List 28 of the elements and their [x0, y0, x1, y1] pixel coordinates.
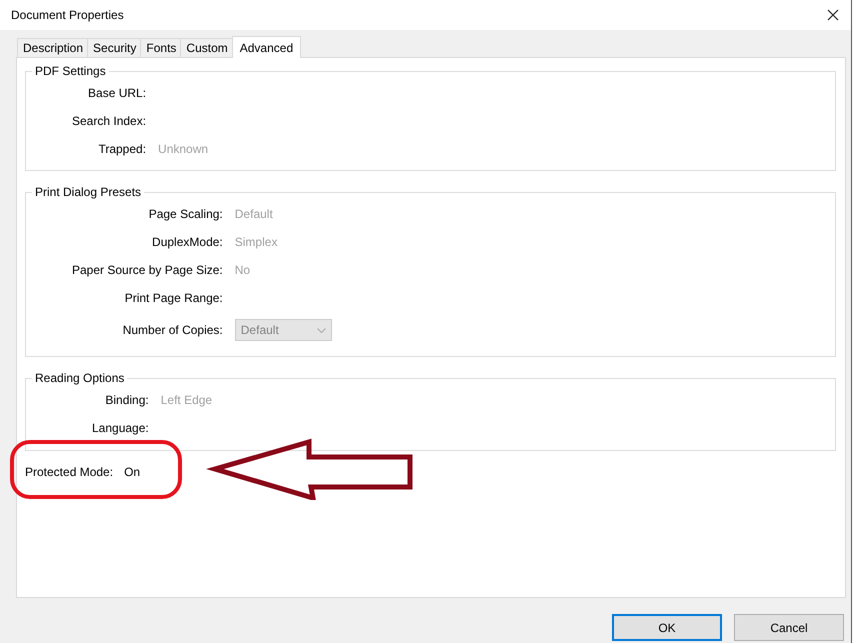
close-icon[interactable] — [827, 9, 839, 21]
field-value: On — [124, 465, 140, 479]
dialog-button[interactable]: Cancel — [734, 614, 844, 641]
window-title: Document Properties — [11, 8, 124, 22]
field-label: Search Index: — [72, 114, 146, 129]
field-label: Print Page Range: — [124, 291, 223, 306]
group-title: Reading Options — [32, 371, 128, 385]
field-value: Unknown — [158, 142, 210, 157]
field-label: Language: — [92, 421, 149, 436]
field-label: Page Scaling: — [148, 207, 223, 222]
field-label: Trapped: — [97, 142, 146, 157]
field-label: Paper Source by Page Size: — [72, 263, 223, 278]
field-value: No — [234, 263, 252, 278]
dialog-button[interactable]: OK — [612, 614, 722, 641]
field-label: Binding: — [104, 393, 149, 408]
tab[interactable]: Description — [17, 38, 88, 57]
group-title: Print Dialog Presets — [32, 185, 144, 199]
field-label: DuplexMode: — [151, 235, 223, 250]
field-value: Simplex — [234, 235, 278, 250]
field-value: Left Edge — [160, 393, 214, 408]
group-title: PDF Settings — [32, 64, 109, 78]
field-value: Default — [234, 207, 274, 222]
field-label: Number of Copies: — [122, 322, 223, 338]
field-label: Base URL: — [87, 86, 146, 101]
field-label: Protected Mode: — [25, 465, 114, 479]
tab[interactable]: Security — [87, 38, 142, 57]
tab[interactable]: Advanced — [232, 36, 302, 58]
caret-icon — [316, 328, 326, 332]
